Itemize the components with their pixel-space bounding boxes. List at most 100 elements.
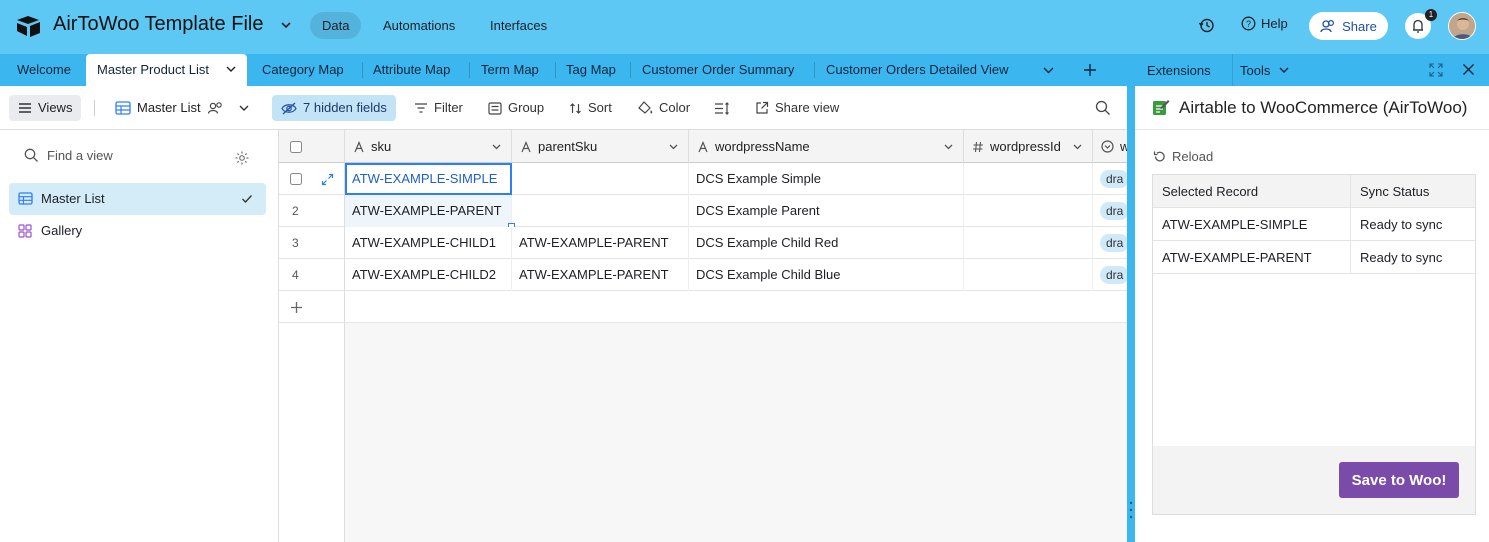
expand-record-icon[interactable] bbox=[321, 173, 334, 186]
views-sidebar: Find a view Master List Gallery bbox=[0, 130, 279, 542]
status-pill: dra bbox=[1100, 170, 1129, 188]
extensions-tab[interactable]: Extensions bbox=[1147, 63, 1211, 78]
share-button[interactable]: Share bbox=[1309, 12, 1388, 40]
table-tabs: Welcome Master Product List Category Map… bbox=[0, 54, 1129, 86]
share-view-button[interactable]: Share view bbox=[755, 95, 839, 121]
cell-parentsku[interactable] bbox=[512, 195, 689, 227]
airtable-logo-icon[interactable] bbox=[16, 14, 42, 38]
cell-status[interactable]: dra bbox=[1093, 163, 1129, 195]
svg-text:?: ? bbox=[1246, 19, 1251, 29]
cell-status[interactable]: dra bbox=[1093, 195, 1129, 227]
close-icon[interactable] bbox=[1462, 63, 1475, 76]
row-height-button[interactable] bbox=[714, 95, 730, 121]
row-number[interactable]: 2 bbox=[279, 195, 345, 227]
table-row[interactable]: 4 ATW-EXAMPLE-CHILD2 ATW-EXAMPLE-PARENT … bbox=[279, 259, 1129, 291]
cell-sku[interactable]: ATW-EXAMPLE-CHILD1 bbox=[345, 227, 512, 259]
color-button[interactable]: Color bbox=[638, 95, 690, 121]
nav-data[interactable]: Data bbox=[310, 12, 362, 39]
filter-button[interactable]: Filter bbox=[414, 95, 463, 121]
cell-sku[interactable]: ATW-EXAMPLE-PARENT bbox=[345, 195, 512, 227]
row-number[interactable]: 3 bbox=[279, 227, 345, 259]
column-header-wordpressname[interactable]: wordpressName bbox=[689, 130, 964, 163]
cell-wordpressname[interactable]: DCS Example Parent bbox=[689, 195, 964, 227]
column-label: parentSku bbox=[538, 139, 598, 154]
add-row[interactable] bbox=[279, 291, 1129, 323]
number-field-icon bbox=[972, 141, 984, 153]
tab-category-map[interactable]: Category Map bbox=[262, 54, 344, 86]
cell-parentsku[interactable]: ATW-EXAMPLE-PARENT bbox=[512, 259, 689, 291]
select-all-checkbox[interactable] bbox=[279, 130, 345, 163]
add-row-button[interactable] bbox=[279, 291, 345, 323]
row-number[interactable] bbox=[279, 163, 345, 195]
history-icon[interactable] bbox=[1198, 17, 1215, 34]
chevron-down-icon[interactable] bbox=[1278, 64, 1290, 76]
base-title[interactable]: AirToWoo Template File bbox=[53, 13, 263, 36]
current-view-button[interactable]: Master List bbox=[115, 95, 250, 121]
gear-icon[interactable] bbox=[234, 150, 250, 166]
add-table-icon[interactable] bbox=[1082, 62, 1098, 78]
tab-attribute-map[interactable]: Attribute Map bbox=[373, 54, 450, 86]
cell-wordpressid[interactable] bbox=[964, 227, 1093, 259]
sort-button[interactable]: Sort bbox=[569, 95, 612, 121]
cell-wordpressname[interactable]: DCS Example Child Blue bbox=[689, 259, 964, 291]
sort-icon bbox=[569, 102, 582, 115]
tab-tag-map[interactable]: Tag Map bbox=[566, 54, 616, 86]
search-icon[interactable] bbox=[1095, 100, 1111, 116]
sync-table-row: ATW-EXAMPLE-SIMPLE Ready to sync bbox=[1153, 208, 1475, 241]
nav-automations[interactable]: Automations bbox=[371, 12, 467, 39]
help-label: Help bbox=[1261, 16, 1288, 31]
expand-icon[interactable] bbox=[1429, 63, 1443, 77]
cell-wordpressid[interactable] bbox=[964, 163, 1093, 195]
cell-wordpressid[interactable] bbox=[964, 195, 1093, 227]
paint-bucket-icon bbox=[638, 101, 653, 115]
help-button[interactable]: ? Help bbox=[1241, 16, 1288, 31]
share-label: Share bbox=[1342, 18, 1377, 34]
chevron-down-icon[interactable] bbox=[225, 63, 237, 75]
row-checkbox[interactable] bbox=[290, 173, 302, 185]
view-item-gallery[interactable]: Gallery bbox=[9, 215, 266, 247]
tools-menu[interactable]: Tools bbox=[1240, 63, 1270, 78]
panel-resize-handle[interactable] bbox=[1127, 54, 1135, 542]
group-button[interactable]: Group bbox=[488, 95, 544, 121]
cell-status[interactable]: dra bbox=[1093, 227, 1129, 259]
cell-parentsku[interactable]: ATW-EXAMPLE-PARENT bbox=[512, 227, 689, 259]
find-view-input[interactable]: Find a view bbox=[24, 148, 113, 163]
cell-sku[interactable]: ATW-EXAMPLE-SIMPLE bbox=[345, 163, 512, 195]
divider bbox=[1232, 54, 1233, 86]
tab-term-map[interactable]: Term Map bbox=[481, 54, 539, 86]
column-header-wordpressid[interactable]: wordpressId bbox=[964, 130, 1093, 163]
view-item-master-list[interactable]: Master List bbox=[9, 183, 266, 215]
chevron-down-icon bbox=[943, 141, 954, 152]
cell-wordpressname[interactable]: DCS Example Simple bbox=[689, 163, 964, 195]
edit-note-icon bbox=[1152, 98, 1170, 116]
tab-welcome[interactable]: Welcome bbox=[17, 54, 71, 86]
cell-wordpressname[interactable]: DCS Example Child Red bbox=[689, 227, 964, 259]
tab-divider bbox=[630, 62, 631, 78]
tab-customer-order-summary[interactable]: Customer Order Summary bbox=[642, 54, 794, 86]
reload-button[interactable]: Reload bbox=[1153, 149, 1213, 164]
view-label: Gallery bbox=[41, 223, 83, 238]
save-to-woo-button[interactable]: Save to Woo! bbox=[1339, 462, 1459, 498]
tab-master-product-list[interactable]: Master Product List bbox=[86, 54, 247, 86]
column-header-status[interactable]: w bbox=[1093, 130, 1129, 163]
extensions-panel: Extensions Tools Airtable to WooCommerce… bbox=[1135, 54, 1489, 542]
nav-interfaces[interactable]: Interfaces bbox=[478, 12, 559, 39]
hidden-fields-button[interactable]: 7 hidden fields bbox=[272, 95, 396, 121]
avatar[interactable] bbox=[1448, 12, 1476, 40]
users-icon bbox=[1320, 19, 1336, 33]
tab-customer-orders-detailed-view[interactable]: Customer Orders Detailed View bbox=[826, 54, 1009, 86]
chevron-down-icon[interactable] bbox=[279, 18, 293, 32]
cell-status[interactable]: dra bbox=[1093, 259, 1129, 291]
column-header-sku[interactable]: sku bbox=[345, 130, 512, 163]
cell-wordpressid[interactable] bbox=[964, 259, 1093, 291]
cell-parentsku[interactable] bbox=[512, 163, 689, 195]
table-row[interactable]: ATW-EXAMPLE-SIMPLE DCS Example Simple dr… bbox=[279, 163, 1129, 195]
views-button[interactable]: Views bbox=[9, 95, 82, 121]
table-row[interactable]: 2 ATW-EXAMPLE-PARENT DCS Example Parent … bbox=[279, 195, 1129, 227]
text-field-icon bbox=[353, 140, 365, 153]
cell-sku[interactable]: ATW-EXAMPLE-CHILD2 bbox=[345, 259, 512, 291]
row-number[interactable]: 4 bbox=[279, 259, 345, 291]
table-row[interactable]: 3 ATW-EXAMPLE-CHILD1 ATW-EXAMPLE-PARENT … bbox=[279, 227, 1129, 259]
chevron-down-icon[interactable] bbox=[1042, 64, 1055, 77]
column-header-parentsku[interactable]: parentSku bbox=[512, 130, 689, 163]
